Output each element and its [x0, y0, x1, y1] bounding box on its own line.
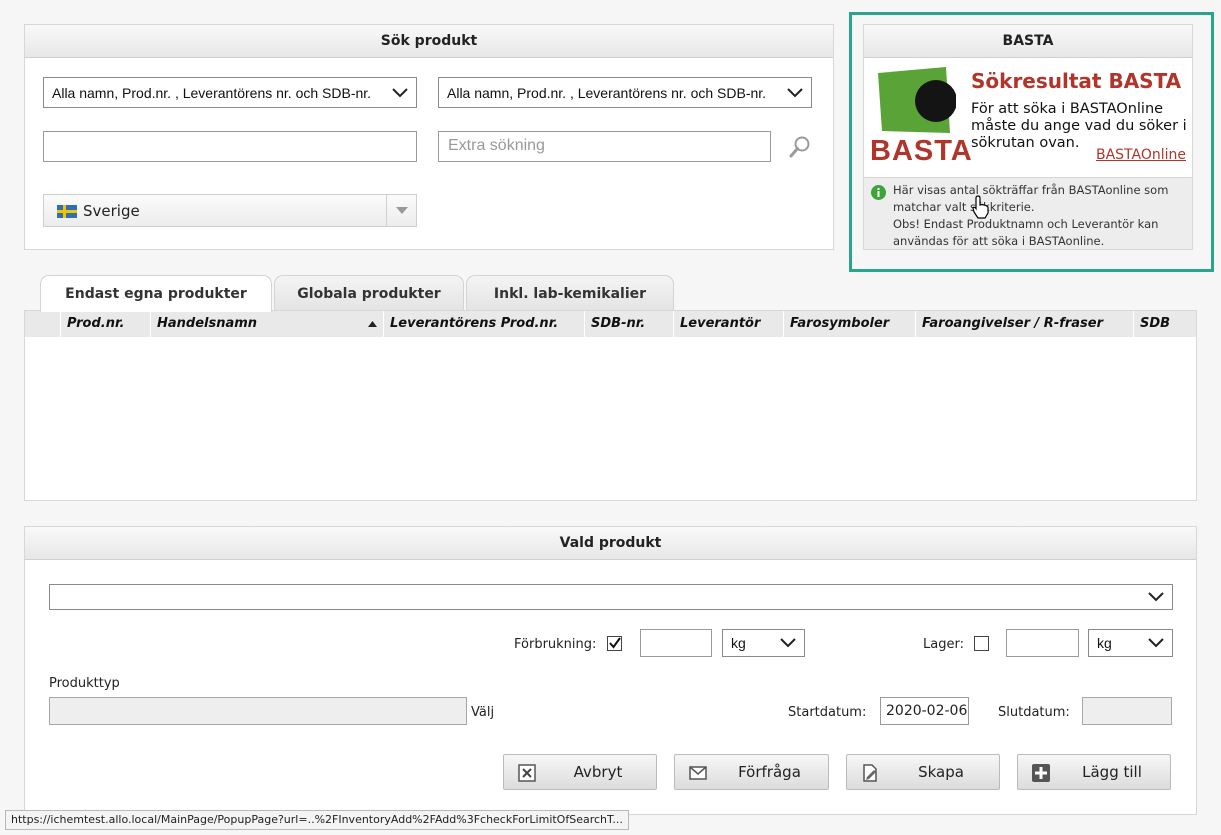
column-hazard-statements[interactable]: Faroangivelser / R-fraser — [916, 311, 1134, 337]
basta-info-line1: Här visas antal sökträffar från BASTAonl… — [893, 183, 1169, 214]
consumption-unit-value: kg — [731, 635, 746, 651]
stock-unit-value: kg — [1097, 635, 1112, 651]
chevron-down-icon — [1148, 638, 1164, 648]
add-button-label: Lägg till — [1082, 763, 1142, 781]
search-input[interactable] — [43, 131, 417, 162]
sort-ascending-icon — [368, 321, 377, 327]
triangle-down-icon — [396, 207, 408, 214]
stock-checkbox[interactable] — [974, 636, 989, 651]
basta-logo-text: BASTA — [870, 135, 973, 167]
chevron-down-icon — [780, 638, 796, 648]
tab-own-products[interactable]: Endast egna produkter — [40, 275, 272, 312]
tab-global-products-label: Globala produkter — [297, 286, 441, 302]
basta-logo: BASTA — [870, 65, 972, 169]
column-sdb[interactable]: SDB — [1134, 311, 1196, 337]
basta-info-box: Här visas antal sökträffar från BASTAonl… — [864, 177, 1192, 249]
column-select — [25, 311, 61, 337]
product-type-field — [49, 697, 467, 725]
product-select[interactable] — [49, 584, 1173, 610]
search-field-select-right-value: Alla namn, Prod.nr. , Leverantörens nr. … — [447, 84, 767, 101]
search-panel-title: Sök produkt — [25, 25, 833, 58]
cancel-button[interactable]: Avbryt — [503, 754, 657, 790]
checkmark-icon — [609, 637, 621, 649]
basta-online-link[interactable]: BASTAOnline — [1096, 147, 1186, 163]
column-supplier[interactable]: Leverantör — [674, 311, 784, 337]
stock-unit-select[interactable]: kg — [1088, 629, 1173, 657]
add-button[interactable]: Lägg till — [1017, 754, 1171, 790]
search-icon[interactable] — [788, 135, 812, 159]
chevron-down-icon — [787, 87, 803, 97]
start-date-value: 2020-02-06 — [886, 703, 968, 719]
inquiry-button[interactable]: Förfråga — [674, 754, 829, 790]
consumption-amount-input[interactable] — [640, 629, 712, 657]
start-date-label: Startdatum: — [788, 705, 867, 720]
sweden-flag-icon — [57, 205, 77, 218]
document-edit-icon — [863, 764, 877, 782]
chevron-down-icon — [1148, 592, 1164, 602]
end-date-input[interactable] — [1082, 697, 1172, 725]
country-dropdown-button[interactable] — [386, 195, 416, 226]
plus-box-icon — [1032, 764, 1050, 782]
info-icon — [871, 185, 886, 200]
search-field-select-right[interactable]: Alla namn, Prod.nr. , Leverantörens nr. … — [438, 77, 812, 108]
consumption-label: Förbrukning: — [514, 637, 597, 652]
tab-lab-chemicals-label: Inkl. lab-kemikalier — [493, 286, 647, 302]
basta-heading: Sökresultat BASTA — [971, 69, 1182, 93]
cancel-button-label: Avbryt — [573, 763, 623, 781]
product-type-label: Produkttyp — [49, 676, 120, 691]
country-value: Sverige — [83, 202, 140, 220]
extra-search-input[interactable]: Extra sökning — [438, 131, 771, 162]
stock-amount-input[interactable] — [1006, 629, 1079, 657]
column-handelsnamn-label: Handelsnamn — [157, 316, 258, 331]
start-date-input[interactable]: 2020-02-06 — [880, 697, 969, 725]
column-hazard-symbols[interactable]: Farosymboler — [784, 311, 916, 337]
results-table: Prod.nr. Handelsnamn Leverantörens Prod.… — [24, 310, 1197, 501]
consumption-unit-select[interactable]: kg — [722, 629, 805, 657]
table-header: Prod.nr. Handelsnamn Leverantörens Prod.… — [25, 311, 1196, 337]
basta-info-line2: Obs! Endast Produktnamn och Leverantör k… — [893, 217, 1159, 248]
basta-logo-graphic — [878, 67, 956, 133]
column-prod-nr[interactable]: Prod.nr. — [61, 311, 151, 337]
search-panel: Sök produkt Alla namn, Prod.nr. , Levera… — [24, 24, 834, 250]
tab-lab-chemicals[interactable]: Inkl. lab-kemikalier — [466, 275, 674, 310]
basta-description: För att söka i BASTAOnline måste du ange… — [971, 101, 1187, 151]
selected-product-title: Vald produkt — [25, 527, 1196, 560]
extra-search-placeholder: Extra sökning — [448, 137, 545, 154]
chevron-down-icon — [392, 87, 408, 97]
column-sdb-nr[interactable]: SDB-nr. — [585, 311, 674, 337]
consumption-checkbox[interactable] — [607, 636, 622, 651]
tab-own-products-label: Endast egna produkter — [65, 286, 247, 302]
country-select[interactable]: Sverige — [43, 194, 417, 227]
hand-cursor-icon — [972, 195, 989, 219]
inquiry-button-label: Förfråga — [738, 763, 801, 781]
basta-panel-title: BASTA — [864, 25, 1192, 58]
stock-label: Lager: — [923, 637, 964, 652]
end-date-label: Slutdatum: — [998, 705, 1070, 720]
create-button[interactable]: Skapa — [846, 754, 1000, 790]
tab-global-products[interactable]: Globala produkter — [274, 275, 464, 310]
close-box-icon — [518, 764, 536, 782]
column-handelsnamn[interactable]: Handelsnamn — [151, 311, 384, 337]
choose-product-type-link[interactable]: Välj — [471, 705, 494, 720]
column-supplier-prod-nr[interactable]: Leverantörens Prod.nr. — [384, 311, 585, 337]
search-field-select-left-value: Alla namn, Prod.nr. , Leverantörens nr. … — [52, 84, 372, 101]
status-bar-url: https://ichemtest.allo.local/MainPage/Po… — [5, 810, 629, 830]
envelope-icon — [689, 766, 707, 780]
create-button-label: Skapa — [918, 763, 964, 781]
search-field-select-left[interactable]: Alla namn, Prod.nr. , Leverantörens nr. … — [43, 77, 417, 108]
basta-panel: BASTA BASTA Sökresultat BASTA För att sö… — [863, 24, 1193, 250]
